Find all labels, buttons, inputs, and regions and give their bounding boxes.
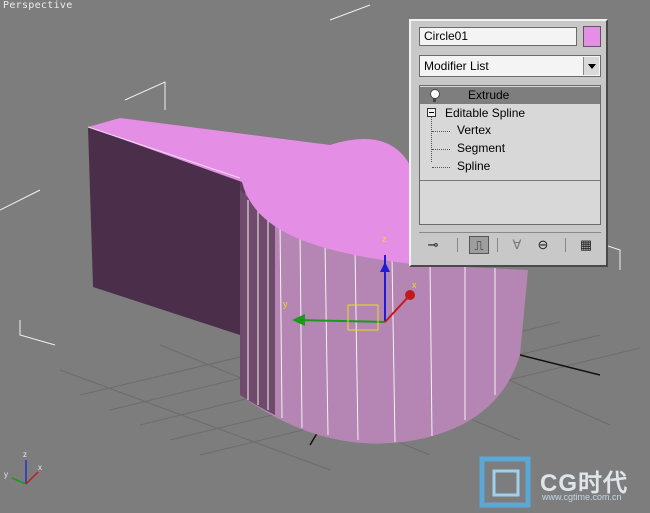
- toolbar-divider: [497, 238, 498, 252]
- svg-text:z: z: [23, 450, 27, 459]
- svg-text:x: x: [38, 463, 42, 472]
- lightbulb-icon[interactable]: [430, 89, 440, 102]
- object-name-field[interactable]: Circle01: [419, 27, 577, 46]
- toolbar-divider: [565, 238, 566, 252]
- configure-sets-icon[interactable]: ▦: [576, 236, 596, 254]
- chevron-down-icon[interactable]: [583, 57, 599, 75]
- stack-item-label: Editable Spline: [445, 106, 526, 120]
- remove-modifier-icon[interactable]: ⊖: [533, 236, 553, 254]
- svg-text:z: z: [382, 234, 387, 244]
- svg-text:x: x: [412, 280, 417, 290]
- object-color-swatch[interactable]: [583, 26, 601, 47]
- svg-text:y: y: [4, 470, 8, 479]
- stack-item-editable-spline[interactable]: Editable Spline: [420, 105, 600, 122]
- svg-text:y: y: [283, 299, 288, 309]
- stack-subitem-spline[interactable]: Spline: [420, 158, 600, 175]
- pin-stack-icon[interactable]: ⊸: [423, 236, 443, 254]
- stack-item-label: Extrude: [468, 88, 510, 102]
- stack-toolbar: ⊸ ⎍ ∀ ⊖ ▦: [419, 232, 601, 255]
- tree-connector: [432, 149, 450, 150]
- modify-panel: Circle01 Modifier List Extrude Editable …: [409, 19, 608, 267]
- stack-subitem-segment[interactable]: Segment: [420, 140, 600, 157]
- watermark-url: www.cgtime.com.cn: [542, 492, 622, 502]
- tree-connector: [432, 167, 450, 168]
- stack-item-label: Spline: [457, 159, 491, 173]
- collapse-icon[interactable]: [427, 108, 436, 117]
- modifier-list-dropdown[interactable]: Modifier List: [419, 55, 601, 77]
- show-end-result-icon[interactable]: ⎍: [469, 236, 489, 254]
- stack-item-label: Segment: [457, 141, 506, 155]
- stack-divider: [420, 180, 600, 181]
- make-unique-icon[interactable]: ∀: [507, 236, 527, 254]
- stack-item-label: Vertex: [457, 123, 492, 137]
- toolbar-divider: [457, 238, 458, 252]
- tree-connector: [432, 131, 450, 132]
- stack-subitem-vertex[interactable]: Vertex: [420, 122, 600, 139]
- cgtime-watermark: CG时代 www.cgtime.com.cn: [478, 455, 648, 510]
- view-axis-tripod: z y x: [4, 450, 42, 485]
- modifier-list-label: Modifier List: [424, 59, 489, 73]
- cgtime-logo-icon: [479, 456, 531, 508]
- stack-item-extrude[interactable]: Extrude: [420, 87, 600, 104]
- viewport-label[interactable]: Perspective: [3, 0, 73, 11]
- modifier-stack[interactable]: Extrude Editable Spline Vertex Segment S…: [419, 85, 601, 225]
